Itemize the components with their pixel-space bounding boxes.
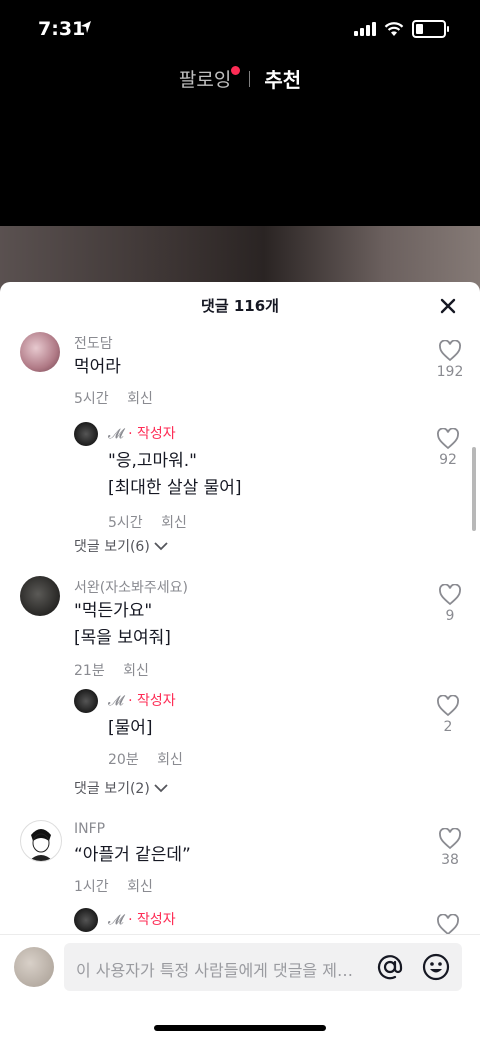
- comment-input[interactable]: 이 사용자가 특정 사람들에게 댓글을 제…: [64, 943, 462, 991]
- sheet-header: 댓글 116개: [0, 282, 480, 330]
- view-replies-button[interactable]: 댓글 보기(6): [74, 536, 168, 556]
- like-button[interactable]: 192: [430, 340, 470, 380]
- status-bar: 7:31: [0, 0, 480, 60]
- comment-author[interactable]: INFP: [74, 821, 105, 837]
- my-avatar[interactable]: [14, 947, 54, 987]
- like-button[interactable]: 9: [430, 584, 470, 624]
- avatar[interactable]: [20, 576, 60, 616]
- feed-tabs: 팔로잉 추천: [0, 64, 480, 93]
- like-button[interactable]: 38: [430, 828, 470, 868]
- like-count: 192: [436, 364, 464, 380]
- comment-meta: 1시간 회신: [74, 876, 167, 896]
- reply-text: "응,고마워.": [108, 451, 198, 471]
- like-button[interactable]: 92: [428, 428, 468, 468]
- avatar-illustration: [29, 829, 53, 861]
- comments-title: 댓글 116개: [201, 297, 279, 315]
- reply-button[interactable]: 회신: [127, 879, 153, 895]
- view-replies-button[interactable]: 댓글 보기(2): [74, 778, 168, 798]
- comment-time: 20분: [108, 752, 139, 768]
- heart-icon: [439, 340, 461, 362]
- like-button[interactable]: [428, 914, 468, 936]
- signal-icon: [354, 22, 376, 36]
- comment-meta: 5시간 회신: [108, 512, 201, 532]
- heart-icon: [439, 828, 461, 850]
- avatar[interactable]: [20, 332, 60, 372]
- view-replies-label: 댓글 보기(2): [74, 781, 150, 797]
- comment-author[interactable]: 전도담: [74, 333, 113, 353]
- mention-icon[interactable]: [376, 953, 404, 981]
- reply-author[interactable]: 𝓜 · 작성자: [108, 690, 176, 710]
- like-button[interactable]: 2: [428, 695, 468, 735]
- comment-text: "먹든가요": [74, 601, 153, 621]
- reply-text: [물어]: [108, 718, 153, 738]
- like-count: 9: [445, 608, 455, 624]
- avatar[interactable]: [74, 908, 98, 932]
- home-indicator: [154, 1025, 326, 1031]
- avatar[interactable]: [20, 820, 62, 862]
- heart-icon: [437, 695, 459, 717]
- reply-author[interactable]: 𝓜 · 작성자: [108, 909, 176, 929]
- like-count: 92: [439, 452, 457, 468]
- reply-button[interactable]: 회신: [161, 515, 187, 531]
- comment-time: 21분: [74, 663, 105, 679]
- avatar[interactable]: [74, 689, 98, 713]
- status-time: 7:31: [38, 18, 86, 40]
- author-badge: · 작성자: [128, 426, 176, 442]
- comment-time: 1시간: [74, 879, 109, 895]
- reply-button[interactable]: 회신: [127, 391, 153, 407]
- tab-recommended[interactable]: 추천: [264, 64, 301, 93]
- author-name: 𝓜: [108, 693, 124, 709]
- comment-text: 먹어라: [74, 357, 121, 377]
- author-name: 𝓜: [108, 426, 124, 442]
- reply-author[interactable]: 𝓜 · 작성자: [108, 423, 176, 443]
- wifi-icon: [384, 21, 404, 36]
- comment-author[interactable]: 서완(자소봐주세요): [74, 577, 188, 597]
- author-name: 𝓜: [108, 912, 124, 928]
- view-replies-label: 댓글 보기(6): [74, 539, 150, 555]
- close-icon[interactable]: [436, 294, 460, 318]
- comment-meta: 5시간 회신: [74, 388, 167, 408]
- author-badge: · 작성자: [128, 693, 176, 709]
- comment-input-bar: 이 사용자가 특정 사람들에게 댓글을 제…: [0, 934, 480, 1039]
- notification-dot: [231, 66, 241, 75]
- tab-following[interactable]: 팔로잉: [179, 65, 241, 92]
- reply-button[interactable]: 회신: [123, 663, 149, 679]
- tab-divider: [249, 70, 251, 87]
- reply-button[interactable]: 회신: [157, 752, 183, 768]
- like-count: 2: [443, 719, 453, 735]
- scrollbar[interactable]: [472, 447, 476, 531]
- chevron-down-icon: [154, 783, 168, 792]
- heart-icon: [437, 428, 459, 450]
- comments-sheet: 댓글 116개 전도담 먹어라 5시간 회신 192 𝓜 · 작성자 "응,고마…: [0, 282, 480, 1039]
- comment-time: 5시간: [74, 391, 109, 407]
- chevron-down-icon: [154, 541, 168, 550]
- emoji-icon[interactable]: [422, 953, 450, 981]
- heart-icon: [437, 914, 459, 936]
- comment-input-placeholder: 이 사용자가 특정 사람들에게 댓글을 제…: [76, 961, 353, 980]
- avatar[interactable]: [74, 422, 98, 446]
- battery-icon: [412, 20, 449, 38]
- location-arrow-icon: [81, 21, 91, 33]
- comment-text: “아플거 같은데”: [74, 845, 191, 865]
- comment-text: [목을 보여줘]: [74, 628, 171, 648]
- comment-time: 5시간: [108, 515, 143, 531]
- heart-icon: [439, 584, 461, 606]
- comment-meta: 21분 회신: [74, 660, 163, 680]
- author-badge: · 작성자: [128, 912, 176, 928]
- comment-meta: 20분 회신: [108, 749, 197, 769]
- reply-text: [최대한 살살 물어]: [108, 478, 242, 498]
- like-count: 38: [441, 852, 459, 868]
